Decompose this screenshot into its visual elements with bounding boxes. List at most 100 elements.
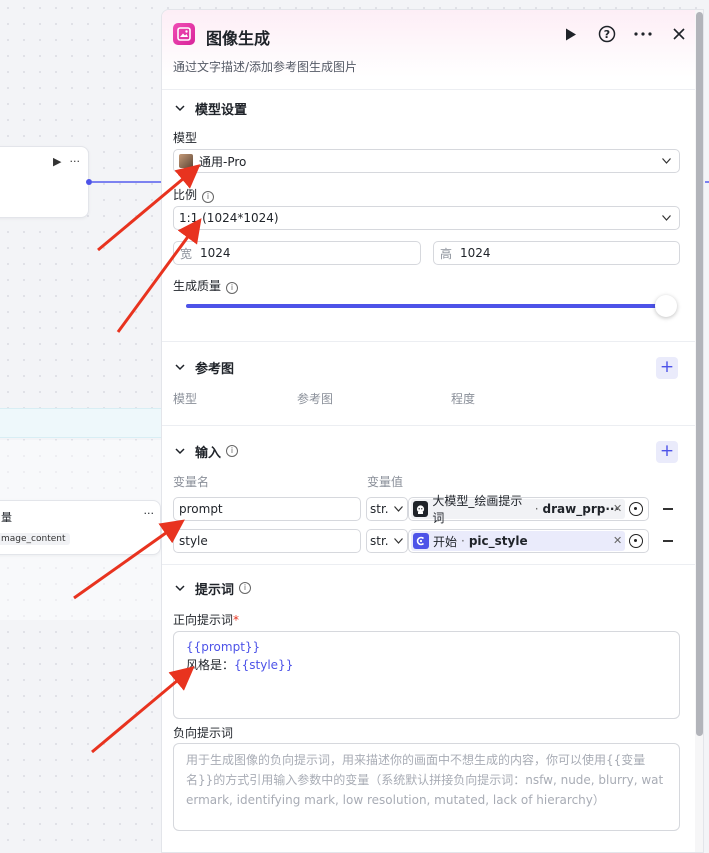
target-icon[interactable] (629, 502, 643, 516)
negative-prompt-textarea[interactable]: 用于生成图像的负向提示词，用来描述你的画面中不想生成的内容，你可以使用{{变量名… (173, 743, 680, 831)
positive-prompt-label-row: 正向提示词* (173, 611, 239, 628)
more-icon[interactable]: ··· (70, 155, 81, 168)
type-select[interactable]: str. (366, 497, 408, 521)
height-input[interactable]: 高 1024 (433, 241, 680, 265)
chevron-down-icon (175, 585, 185, 592)
svg-text:?: ? (604, 28, 610, 41)
prompt-variable: {{prompt}} (186, 640, 261, 654)
connection-edge-right (705, 181, 709, 183)
column-header: 模型 (173, 392, 198, 406)
model-settings-header[interactable]: 模型设置 (162, 97, 247, 119)
type-value: str. (370, 534, 389, 548)
panel-scrollbar[interactable] (695, 10, 703, 852)
source-node-name: 开始 (433, 534, 458, 549)
chevron-down-icon (175, 105, 185, 112)
add-reference-button[interactable]: + (656, 357, 678, 379)
ratio-value: 1:1 (1024*1024) (179, 211, 279, 225)
section-title: 模型设置 (195, 102, 248, 118)
variable-value-select[interactable]: 开始 · pic_style ✕ (408, 529, 649, 553)
canvas-node-middle[interactable]: 量 ··· mage_content (0, 500, 161, 555)
close-icon[interactable] (669, 24, 689, 44)
canvas-group-header (0, 408, 161, 438)
more-icon[interactable] (633, 24, 653, 44)
quality-label: 生成质量 (173, 279, 222, 293)
width-input[interactable]: 宽 1024 (173, 241, 421, 265)
negative-prompt-label: 负向提示词 (173, 726, 234, 740)
type-value: str. (370, 502, 389, 516)
positive-prompt-textarea[interactable]: {{prompt}} 风格是：{{style}} (173, 631, 680, 719)
chevron-down-icon (175, 448, 185, 455)
node-title: 量 (1, 511, 12, 524)
bot-icon (413, 501, 429, 517)
width-prefix: 宽 (180, 246, 193, 261)
clear-icon[interactable]: ✕ (613, 534, 622, 547)
panel-subtitle: 通过文字描述/添加参考图生成图片 (173, 60, 358, 74)
variable-reference-chip: 开始 · pic_style (411, 531, 625, 551)
negative-prompt-placeholder: 用于生成图像的负向提示词，用来描述你的画面中不想生成的内容，你可以使用{{变量名… (186, 753, 664, 807)
source-node-name: 大模型_绘画提示词 (432, 494, 523, 525)
node-config-panel: 图像生成 通过文字描述/添加参考图生成图片 ? 模型设置 模型 通用-Pro 比… (161, 9, 704, 853)
variable-name-input[interactable]: prompt (173, 497, 361, 521)
variable-name: style (179, 534, 208, 548)
image-generation-icon (173, 23, 195, 45)
ratio-select[interactable]: 1:1 (1024*1024) (173, 206, 680, 230)
width-value: 1024 (200, 246, 231, 260)
column-header-name: 变量名 (173, 475, 210, 489)
more-icon[interactable]: ··· (144, 507, 155, 520)
node-output-tag: mage_content (0, 533, 70, 545)
target-icon[interactable] (629, 534, 643, 548)
info-icon[interactable]: i (202, 191, 215, 203)
type-select[interactable]: str. (366, 529, 408, 553)
model-label: 模型 (173, 131, 198, 145)
variable-name: prompt (179, 502, 223, 516)
prompt-text: 风格是： (186, 658, 235, 672)
column-header: 程度 (451, 392, 476, 406)
model-value: 通用-Pro (199, 154, 247, 169)
input-header[interactable]: 输入 i (162, 440, 239, 462)
chevron-down-icon (394, 538, 403, 544)
canvas-node-top[interactable]: ▶ ··· (0, 146, 89, 218)
chevron-down-icon (175, 364, 185, 371)
model-settings-section: 模型设置 模型 通用-Pro 比例 i 1:1 (1024*1024) 宽 102… (162, 90, 703, 342)
ratio-label-row: 比例 i (173, 186, 215, 203)
ratio-label: 比例 (173, 188, 198, 202)
run-icon[interactable] (561, 24, 581, 44)
model-select[interactable]: 通用-Pro (173, 149, 680, 173)
info-icon[interactable]: i (239, 582, 252, 594)
required-mark: * (233, 613, 240, 627)
style-variable: {{style}} (234, 658, 294, 672)
variable-name-input[interactable]: style (173, 529, 361, 553)
chevron-down-icon (394, 506, 403, 512)
model-avatar-icon (179, 154, 193, 168)
quality-slider-fill (186, 304, 664, 308)
remove-row-button[interactable] (663, 508, 673, 510)
add-input-button[interactable]: + (656, 441, 678, 463)
variable-value-select[interactable]: 大模型_绘画提示词 · draw_prp··· ✕ (408, 494, 649, 525)
info-icon[interactable]: i (226, 282, 239, 294)
column-header: 参考图 (297, 392, 334, 406)
source-variable: draw_prp··· (542, 502, 619, 516)
clear-icon[interactable]: ✕ (613, 502, 622, 515)
column-header-value: 变量值 (367, 475, 404, 489)
source-variable: pic_style (468, 534, 528, 548)
info-icon[interactable]: i (226, 445, 239, 457)
prompt-section: 提示词 i 正向提示词* {{prompt}} 风格是：{{style}} 负向提… (162, 565, 703, 852)
section-title: 参考图 (195, 361, 235, 377)
quality-slider-track[interactable] (186, 304, 664, 308)
scrollbar-thumb[interactable] (696, 12, 703, 736)
help-icon[interactable]: ? (597, 24, 617, 44)
chevron-down-icon (662, 158, 671, 164)
panel-header: 图像生成 通过文字描述/添加参考图生成图片 ? (162, 10, 703, 90)
section-title: 提示词 (195, 582, 235, 598)
remove-row-button[interactable] (663, 540, 673, 542)
reference-header[interactable]: 参考图 (162, 356, 234, 378)
prompt-header[interactable]: 提示词 i (162, 577, 252, 599)
run-node-icon[interactable]: ▶ (53, 155, 61, 168)
quality-slider-thumb[interactable] (655, 295, 677, 317)
chevron-down-icon (662, 215, 671, 221)
connection-edge (92, 181, 162, 183)
height-value: 1024 (460, 246, 491, 260)
panel-title: 图像生成 (206, 29, 271, 48)
start-icon (413, 533, 429, 549)
height-prefix: 高 (440, 246, 453, 261)
